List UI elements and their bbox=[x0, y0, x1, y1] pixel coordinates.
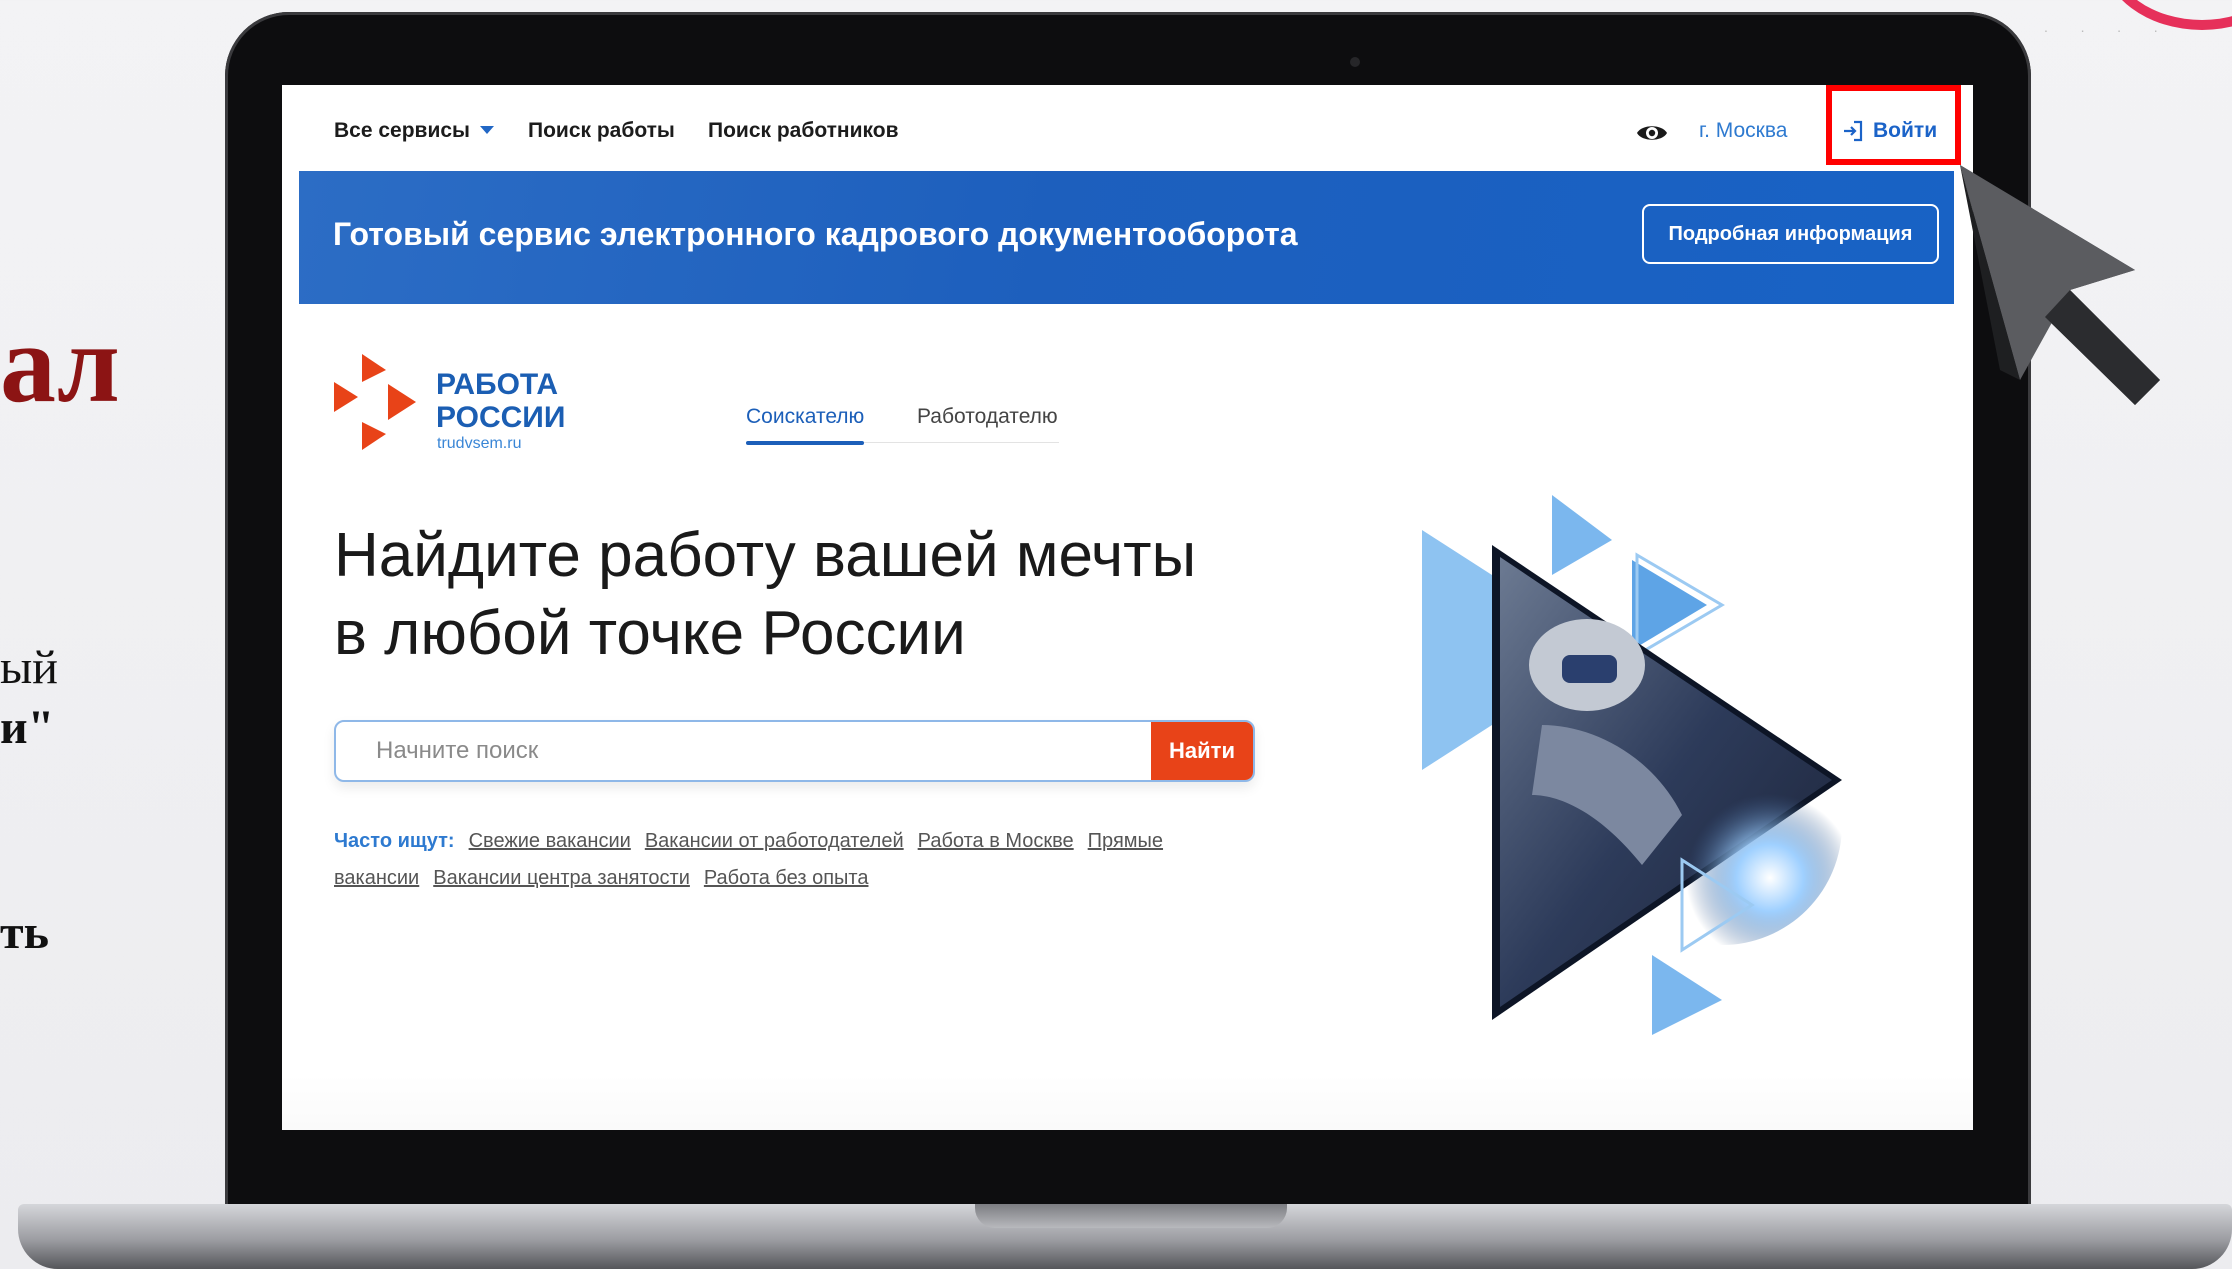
chevron-down-icon bbox=[479, 126, 494, 134]
all-services-menu[interactable]: Все сервисы bbox=[334, 119, 494, 143]
popular-searches-row-1: Часто ищут: Свежие вакансии Вакансии от ра… bbox=[334, 823, 1259, 860]
popular-link[interactable]: Работа в Москве bbox=[918, 830, 1074, 852]
popular-label: Часто ищут: bbox=[334, 830, 455, 852]
search-input[interactable] bbox=[336, 722, 1152, 780]
rabota-rossii-logo-icon[interactable] bbox=[332, 352, 422, 452]
search-bar: Найти bbox=[334, 720, 1255, 782]
top-nav: Все сервисы Поиск работы Поиск работнико… bbox=[282, 85, 1973, 171]
camera bbox=[1350, 57, 1360, 67]
slide-text-line-3: ть bbox=[0, 906, 49, 959]
popular-searches-row-2: вакансии Вакансии центра занятости Работа … bbox=[334, 860, 1259, 897]
audience-tabs: Соискателю Работодателю bbox=[746, 405, 1059, 445]
city-selector[interactable]: г. Москва bbox=[1699, 119, 1787, 143]
hero-line-1: Найдите работу вашей мечты bbox=[334, 521, 1197, 590]
popular-link[interactable]: Вакансии центра занятости bbox=[433, 867, 690, 889]
popular-link[interactable]: Свежие вакансии bbox=[469, 830, 631, 852]
logo-line-1: РАБОТА bbox=[436, 368, 559, 401]
hero-heading: Найдите работу вашей мечты в любой точке… bbox=[334, 517, 1196, 673]
popular-link[interactable]: Вакансии от работодателей bbox=[645, 830, 904, 852]
logo-line-2: РОССИИ bbox=[436, 401, 566, 434]
slide-title-fragment: ал bbox=[0, 302, 120, 426]
browser-screen: Все сервисы Поиск работы Поиск работнико… bbox=[282, 85, 1973, 1130]
welder-illustration bbox=[1422, 495, 1842, 1035]
eye-icon[interactable] bbox=[1636, 121, 1668, 145]
slide-text-line-2: и" bbox=[0, 701, 55, 754]
popular-link[interactable]: Прямые bbox=[1088, 830, 1163, 852]
login-icon bbox=[1844, 120, 1863, 142]
cursor-arrow-icon bbox=[1960, 165, 2160, 405]
login-button[interactable]: Войти bbox=[1841, 115, 1937, 147]
hero-line-2: в любой точке России bbox=[334, 599, 966, 668]
tab-seeker[interactable]: Соискателю bbox=[746, 405, 865, 445]
all-services-label: Все сервисы bbox=[334, 119, 470, 142]
popular-link[interactable]: Работа без опыта bbox=[704, 867, 869, 889]
screen-bottom-fade bbox=[282, 1075, 1973, 1130]
logo-site: trudvsem.ru bbox=[437, 435, 522, 452]
search-button[interactable]: Найти bbox=[1151, 722, 1253, 780]
slide-text-line-1: ый bbox=[0, 641, 58, 694]
nav-worker-search[interactable]: Поиск работников bbox=[708, 119, 899, 143]
nav-job-search[interactable]: Поиск работы bbox=[528, 119, 675, 143]
promo-banner: Готовый сервис электронного кадрового до… bbox=[299, 171, 1954, 304]
banner-text: Готовый сервис электронного кадрового до… bbox=[333, 216, 1298, 252]
laptop-notch bbox=[975, 1204, 1287, 1228]
tab-employer[interactable]: Работодателю bbox=[917, 405, 1058, 443]
popular-link[interactable]: вакансии bbox=[334, 867, 419, 889]
more-info-button[interactable]: Подробная информация bbox=[1642, 204, 1939, 264]
login-label: Войти bbox=[1873, 119, 1938, 142]
